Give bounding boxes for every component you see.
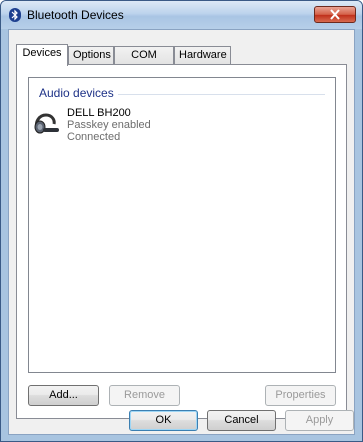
tab-com-ports[interactable]: COM Ports: [114, 46, 174, 78]
apply-button[interactable]: Apply: [285, 410, 354, 431]
tab-hardware[interactable]: Hardware: [174, 46, 231, 64]
window-title: Bluetooth Devices: [27, 8, 124, 22]
remove-button[interactable]: Remove: [109, 385, 180, 406]
bluetooth-icon: [9, 8, 21, 22]
group-header-audio-devices: Audio devices: [39, 86, 118, 100]
ok-button[interactable]: OK: [129, 410, 198, 431]
device-passkey-status: Passkey enabled: [67, 119, 151, 131]
device-connection-status: Connected: [67, 131, 121, 143]
properties-button[interactable]: Properties: [265, 385, 336, 406]
title-bar[interactable]: Bluetooth Devices: [1, 1, 362, 29]
bluetooth-devices-window: Bluetooth Devices Devices Options COM Po…: [0, 0, 363, 442]
add-button[interactable]: Add...: [28, 385, 99, 406]
tab-options[interactable]: Options: [68, 46, 114, 64]
device-list[interactable]: Audio devices DELL BH200 Passkey enabled…: [28, 77, 336, 373]
device-name: DELL BH200: [67, 107, 131, 119]
cancel-button[interactable]: Cancel: [207, 410, 276, 431]
tab-devices[interactable]: Devices: [16, 44, 68, 66]
close-button[interactable]: [314, 6, 356, 23]
devices-tab-panel: Audio devices DELL BH200 Passkey enabled…: [16, 64, 347, 419]
headset-icon: [33, 112, 61, 139]
dialog-client-area: Devices Options COM Ports Hardware Audio…: [8, 29, 355, 435]
close-icon: [330, 9, 340, 20]
